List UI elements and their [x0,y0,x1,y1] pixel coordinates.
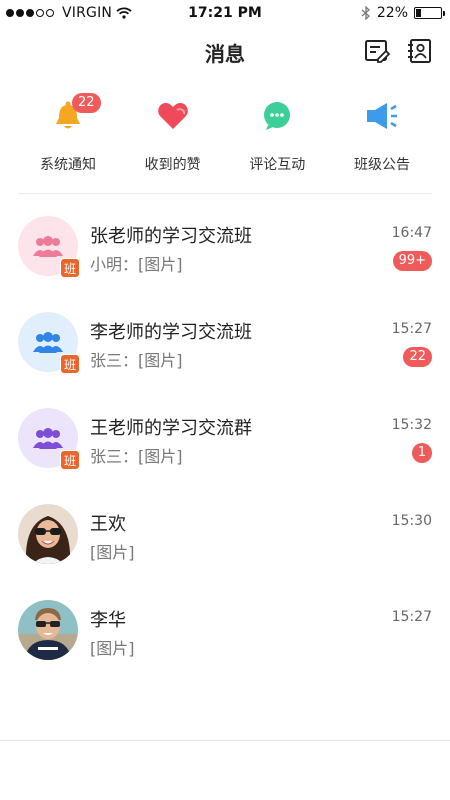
chat-time: 16:47 [391,225,432,241]
chat-row-wang-group[interactable]: 班 王老师的学习交流群 张三：[图片] 15:32 1 [0,386,450,482]
class-tag: 班 [60,258,80,278]
chat-row-li-class[interactable]: 班 李老师的学习交流班 张三：[图片] 15:27 22 [0,290,450,386]
compose-list-icon[interactable] [364,38,390,64]
category-shortcuts: 22 系统通知 收到的赞 评论互动 班级公告 [18,93,432,174]
unread-badge: 99+ [392,251,432,271]
nav-bar: 消息 [0,28,450,72]
group-avatar: 班 [18,216,80,278]
megaphone-icon [362,96,402,136]
chat-time: 15:30 [391,513,432,529]
chat-preview: [图片] [90,639,135,658]
category-comment-interaction[interactable]: 评论互动 [227,96,327,174]
chat-name: 李老师的学习交流班 [90,322,252,343]
user-avatar [18,504,78,564]
battery-percent: 22% [376,5,408,21]
category-label: 班级公告 [353,157,410,173]
battery-icon [414,7,445,19]
class-tag: 班 [60,354,80,374]
category-system-notice[interactable]: 22 系统通知 [18,93,118,174]
unread-badge: 22 [403,347,432,367]
bluetooth-icon [361,6,370,20]
chat-preview: 张三：[图片] [90,447,183,466]
category-label: 评论互动 [249,157,306,173]
man-photo-avatar [18,600,78,660]
battery-level-fill [416,9,422,17]
group-people-icon [33,332,63,353]
chat-name: 李华 [90,610,126,631]
chat-preview: 小明：[图片] [90,255,183,274]
class-tag: 班 [60,450,80,470]
chat-time: 15:27 [391,609,432,625]
group-people-icon [33,428,63,449]
group-people-icon [33,236,63,257]
chat-time: 15:32 [391,417,432,433]
unread-badge: 1 [411,443,432,463]
woman-photo-avatar [18,504,78,564]
chat-name: 王欢 [90,514,126,535]
chat-name: 王老师的学习交流群 [90,418,252,439]
comment-icon [257,96,297,136]
chat-preview: [图片] [90,543,135,562]
bell-icon: 22 [48,93,101,136]
category-label: 收到的赞 [144,157,201,173]
user-avatar [18,600,78,660]
category-class-announcement[interactable]: 班级公告 [332,96,432,174]
category-likes-received[interactable]: 收到的赞 [123,96,223,174]
group-avatar: 班 [18,408,80,470]
heart-icon [153,96,193,136]
chat-name: 张老师的学习交流班 [90,226,252,247]
chat-time: 15:27 [391,321,432,337]
chat-row-zhang-class[interactable]: 班 张老师的学习交流班 小明：[图片] 16:47 99+ [0,194,450,290]
status-bar: VIRGIN 17:21 PM 22% [0,0,450,28]
notification-count-badge: 22 [72,93,101,113]
category-label: 系统通知 [40,157,96,173]
chat-row-wang-huan[interactable]: 王欢 [图片] 15:30 [0,482,450,578]
chat-row-li-hua[interactable]: 李华 [图片] 15:27 [0,578,450,674]
contacts-book-icon[interactable] [406,38,432,64]
bottom-divider [0,740,450,741]
chat-preview: 张三：[图片] [90,351,183,370]
group-avatar: 班 [18,312,80,374]
